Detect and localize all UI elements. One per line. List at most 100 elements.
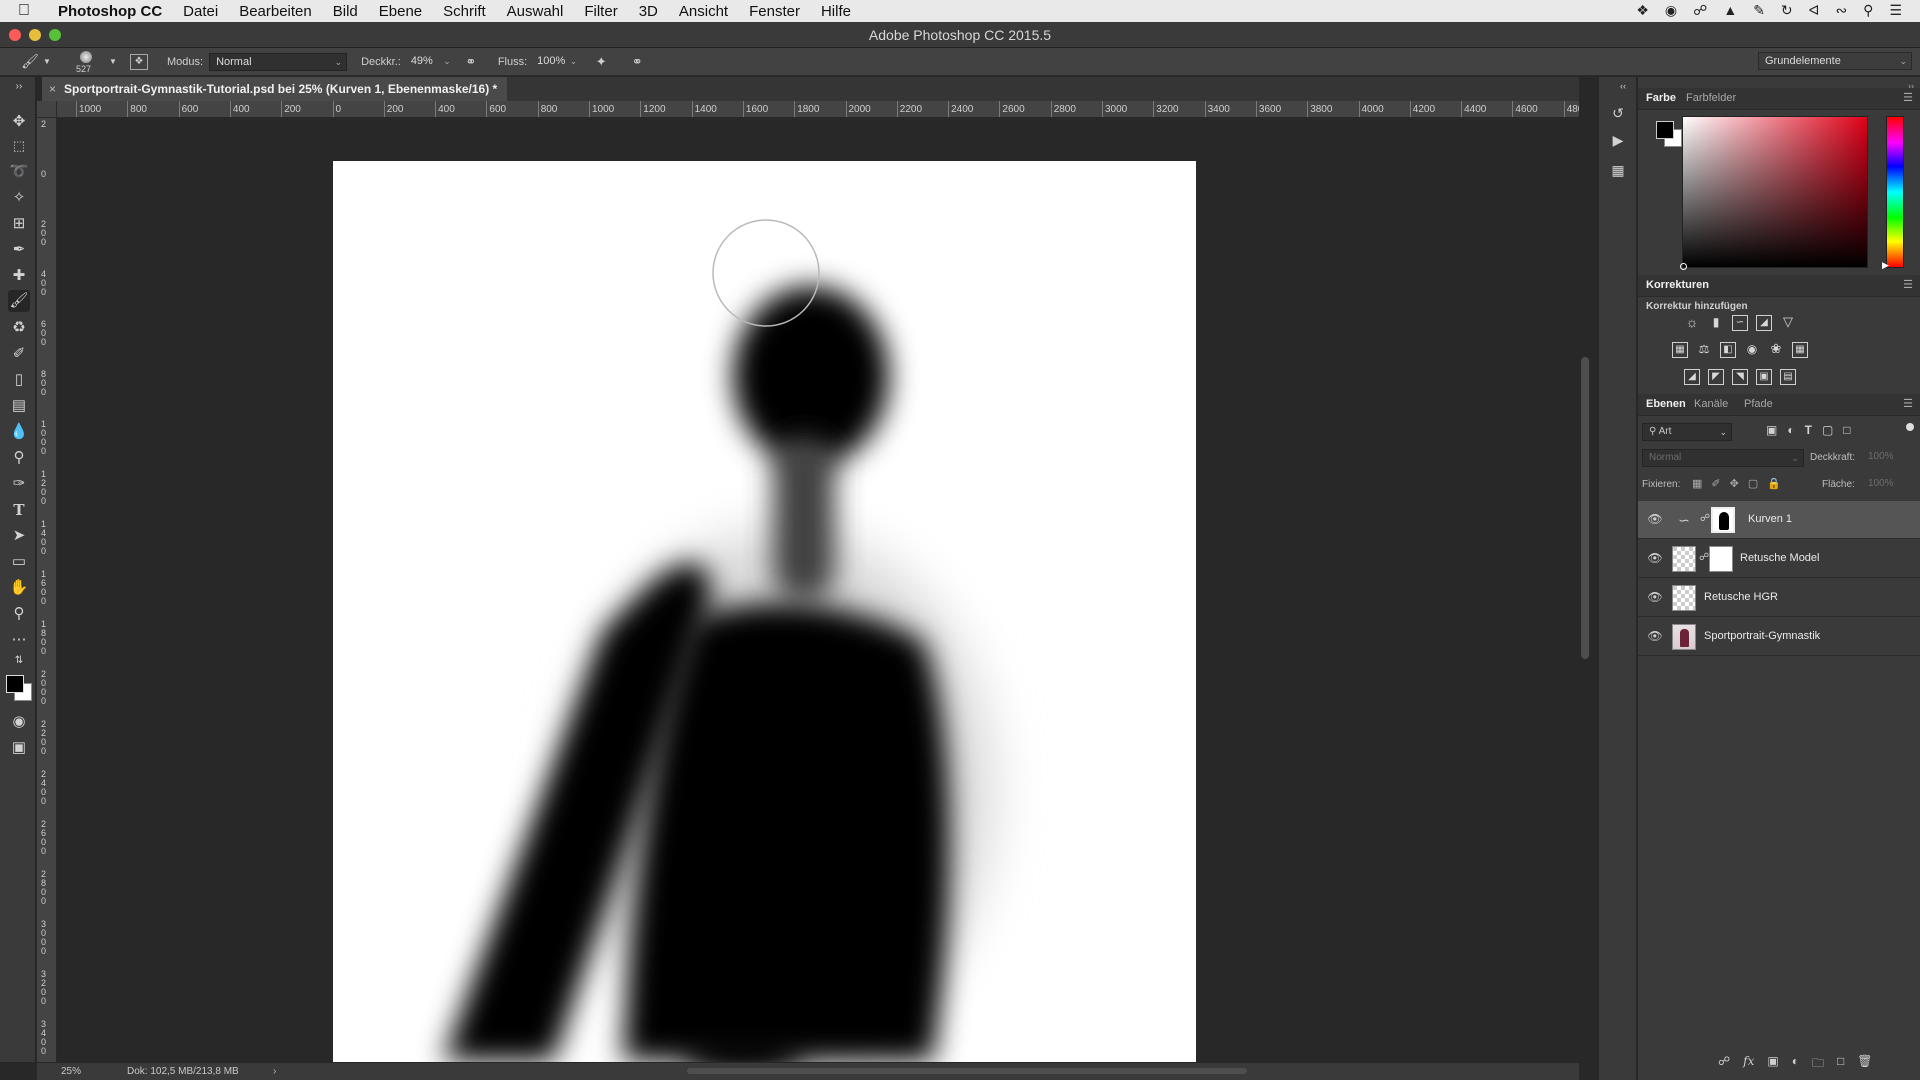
zoom-tool-icon[interactable]: ⚲ [8,603,30,625]
spotlight-search-icon[interactable]: ⚲ [1863,2,1873,19]
layer-filter-select[interactable]: ⚲ Art ⌄ [1642,423,1732,441]
flow-input[interactable]: 100% ⌄ [531,53,581,71]
lasso-tool-icon[interactable]: ➰ [8,161,30,183]
color-balance-icon[interactable]: ⚖ [1696,342,1712,358]
history-brush-tool-icon[interactable]: ✐ [8,343,30,365]
history-panel-icon[interactable]: ↺ [1608,105,1628,125]
fill-input[interactable]: 100% [1862,476,1916,494]
blend-mode-select[interactable]: Normal ⌄ [1642,449,1804,467]
minimize-window-icon[interactable] [29,29,41,41]
layer-opacity-input[interactable]: 100% [1862,449,1916,467]
toolbox-collapse-icon[interactable]: ›› [8,81,30,93]
canvas-layer-mask[interactable] [333,161,1196,1062]
photo-filter-icon[interactable]: ◉ [1744,342,1760,358]
workspace-switcher[interactable]: Grundelemente ⌄ [1758,52,1912,70]
link-layers-icon[interactable]: ☍ [1718,1054,1730,1075]
apple-icon[interactable]:  [18,2,40,20]
color-spectrum-field[interactable] [1680,116,1868,270]
tab-farbfelder[interactable]: Farbfelder [1686,92,1736,104]
foreground-color-swatch[interactable] [6,675,24,693]
pressure-opacity-icon[interactable]: ⚭ [461,54,481,70]
panel-menu-icon[interactable]: ☰ [1903,91,1913,104]
quick-mask-icon[interactable]: ◉ [8,711,30,733]
lock-transparent-icon[interactable]: ▦ [1692,477,1702,490]
filter-type-icon[interactable]: T [1805,423,1812,437]
hue-slider-handle[interactable]: ▶ [1882,260,1889,271]
menu-hilfe[interactable]: Hilfe [821,3,851,20]
move-tool-icon[interactable]: ✥ [8,111,30,133]
layer-mask-thumbnail[interactable] [1711,507,1735,533]
script-icon[interactable]: ✎ [1753,2,1765,19]
creative-cloud-icon[interactable]: ☍ [1693,2,1707,19]
eraser-tool-icon[interactable]: ▯ [8,369,30,391]
filter-pixel-icon[interactable]: ▣ [1766,423,1777,437]
color-lookup-icon[interactable]: ▦ [1792,342,1808,358]
layer-row-kurven-1[interactable]: 👁 ∽ ☍ Kurven 1 [1638,501,1920,539]
tab-ebenen[interactable]: Ebenen [1646,398,1686,410]
menu-bearbeiten[interactable]: Bearbeiten [239,3,312,20]
wifi-icon[interactable]: ∾ [1835,2,1847,19]
brightness-contrast-icon[interactable]: ☼ [1684,315,1700,331]
vertical-scrollbar[interactable] [1581,357,1589,659]
actions-panel-icon[interactable]: ▶ [1608,132,1628,152]
layer-mask-thumbnail[interactable] [1709,546,1733,572]
menu-3d[interactable]: 3D [639,3,658,20]
properties-panel-icon[interactable]: ▦ [1608,162,1628,182]
type-tool-icon[interactable]: T [8,499,30,521]
eyedropper-tool-icon[interactable]: ✒ [8,239,30,261]
menu-ebene[interactable]: Ebene [379,3,422,20]
layer-row-retusche-hgr[interactable]: 👁 Retusche HGR [1638,579,1920,617]
new-adjustment-layer-icon[interactable]: ◐ [1792,1054,1799,1075]
quick-selection-tool-icon[interactable]: ✧ [8,187,30,209]
swap-colors-icon[interactable]: ⇅ [8,655,30,667]
blur-tool-icon[interactable]: 💧 [8,421,30,443]
horizontal-ruler[interactable]: 1000 800 600 400 200 0 200 400 600 800 1000 1200 140… [57,101,1579,118]
chevron-down-icon[interactable]: ▼ [42,57,52,66]
vertical-ruler[interactable]: 2 0 200 400 600 800 1000 1200 1400 1600 1800 2000 22… [37,118,57,1062]
zoom-level[interactable]: 25% [61,1063,81,1080]
adjustments-title[interactable]: Korrekturen [1646,279,1709,291]
levels-icon[interactable]: ▮ [1708,315,1724,331]
document-workspace[interactable] [57,118,1579,1062]
lock-position-icon[interactable]: ✥ [1730,477,1739,490]
selective-color-icon[interactable]: ▣ [1756,369,1772,385]
chevron-down-icon[interactable]: ▼ [108,57,118,66]
mode-select[interactable]: Normal ⌄ [209,52,348,71]
screen-mode-icon[interactable]: ▣ [8,737,30,759]
layer-style-fx-icon[interactable]: fx [1743,1054,1754,1075]
brush-panel-toggle-icon[interactable]: ❖ [130,53,148,70]
marquee-tool-icon[interactable]: ⬚ [8,135,30,157]
filter-adjustment-icon[interactable]: ◐ [1787,423,1794,437]
hue-saturation-icon[interactable]: ▦ [1672,342,1688,358]
tab-pfade[interactable]: Pfade [1744,398,1773,410]
mask-link-icon[interactable]: ☍ [1699,552,1709,563]
mask-link-icon[interactable]: ☍ [1700,513,1710,524]
menu-fenster[interactable]: Fenster [749,3,800,20]
brush-tool-icon[interactable]: 🖌 [8,290,30,312]
time-machine-icon[interactable]: ↻ [1781,2,1793,19]
brush-size-picker[interactable]: 527 [72,49,108,75]
threshold-icon[interactable]: ◥ [1732,369,1748,385]
document-tab[interactable]: × Sportportrait-Gymnastik-Tutorial.psd b… [42,77,508,101]
gradient-tool-icon[interactable]: ▤ [8,395,30,417]
visibility-eye-icon[interactable]: 👁 [1647,551,1663,565]
crop-tool-icon[interactable]: ⊞ [8,213,30,235]
ruler-origin[interactable] [37,101,57,118]
menu-bild[interactable]: Bild [333,3,358,20]
rectangle-tool-icon[interactable]: ▭ [8,551,30,573]
close-window-icon[interactable] [9,29,21,41]
visibility-eye-icon[interactable]: 👁 [1647,590,1663,604]
panel-menu-icon[interactable]: ☰ [1903,278,1913,291]
black-white-icon[interactable]: ◧ [1720,342,1736,358]
opacity-input[interactable]: 49% ⌄ [405,53,455,71]
lock-all-icon[interactable]: 🔒 [1767,477,1781,490]
visibility-eye-icon[interactable]: 👁 [1647,512,1663,526]
close-tab-icon[interactable]: × [49,77,56,101]
record-icon[interactable]: ◉ [1665,2,1677,19]
filter-toggle-icon[interactable] [1906,423,1914,431]
menu-ansicht[interactable]: Ansicht [679,3,728,20]
healing-brush-tool-icon[interactable]: ✚ [8,265,30,287]
visibility-eye-icon[interactable]: 👁 [1647,629,1663,643]
invert-icon[interactable]: ◢ [1684,369,1700,385]
color-foreground-swatch[interactable] [1656,121,1674,139]
